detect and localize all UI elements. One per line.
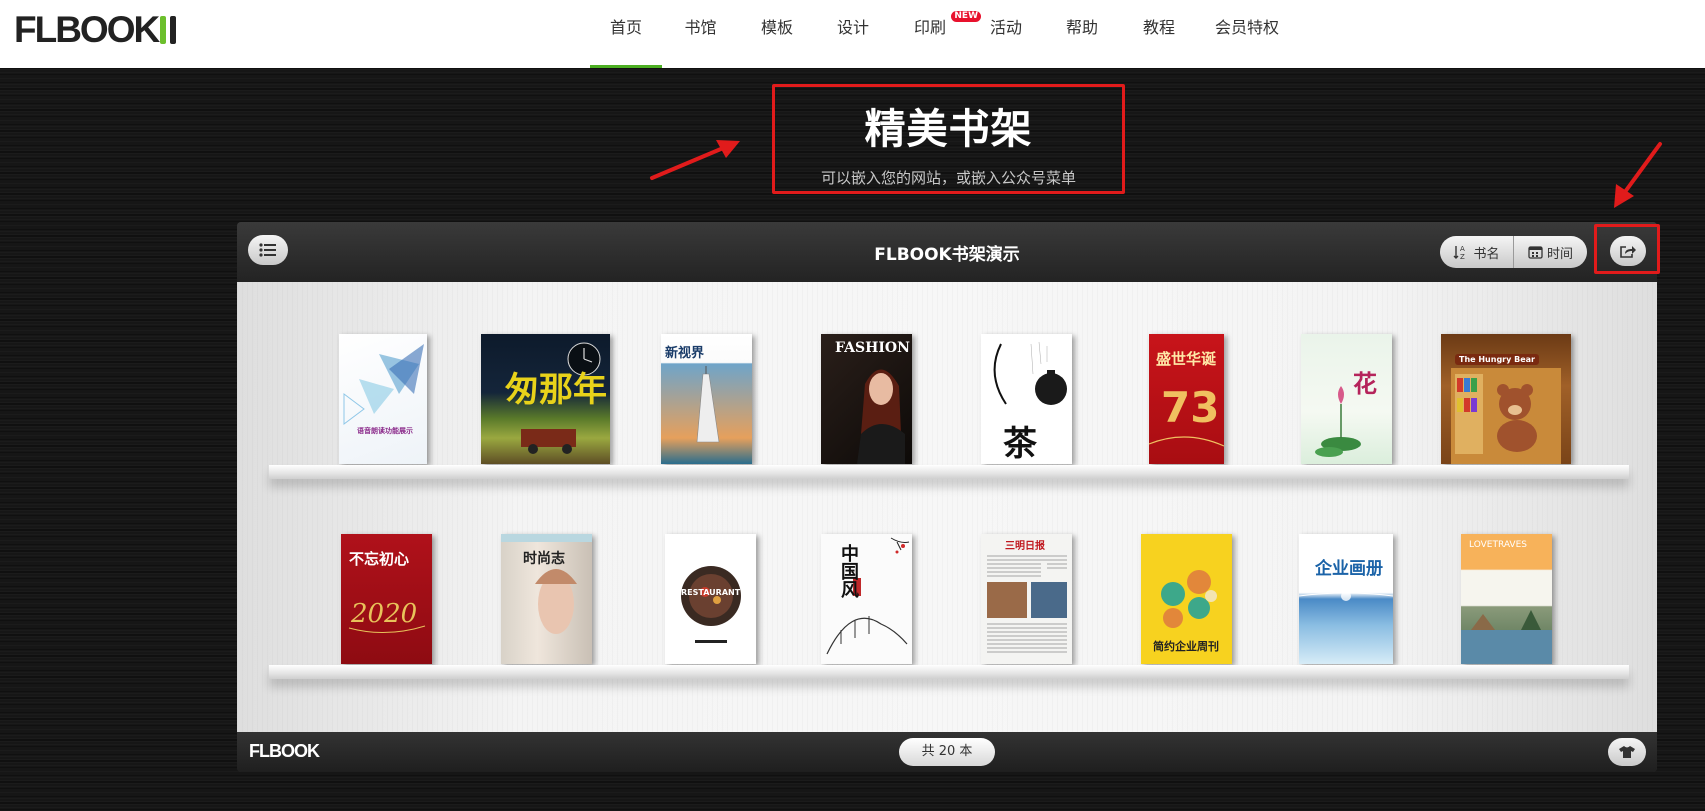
book-cover[interactable]: 2020 不忘初心 [341,534,432,664]
book-cover[interactable]: 73 盛世华诞 [1149,334,1224,464]
book-cover[interactable]: 简约企业周刊 [1141,534,1232,664]
book-title: 花 [1353,369,1377,398]
svg-text:73: 73 [1161,383,1219,432]
bookshelf-widget: FLBOOK书架演示 A Z 书名 时间 语音朗读功能展示 匆那年 新视界 FA… [237,222,1657,772]
book-cover[interactable]: 花 [1301,334,1392,464]
book-title: LOVETRAVES [1469,540,1527,550]
svg-text:Z: Z [1460,253,1465,260]
book-title: 匆那年 [505,370,607,410]
book-title: 茶 [1003,424,1037,464]
nav-home-label: 首页 [609,18,642,37]
shelf-area: 语音朗读功能展示 匆那年 新视界 FASHION 茶 73 盛世华诞 花 The… [237,282,1657,732]
newspaper-columns-icon [987,555,1067,653]
hero-subtitle: 可以嵌入您的网站，或嵌入公众号菜单 [820,169,1076,187]
logo-text: FLBOOK [14,9,160,50]
lotus-icon [1315,386,1361,457]
nav-print[interactable]: 印刷 NEW [891,0,981,68]
share-highlight-box [1594,224,1660,274]
book-title: 不忘初心 [349,550,410,568]
book-cover[interactable]: 茶 [981,334,1072,464]
book-cover[interactable]: 三明日报 [981,534,1072,664]
back-to-top-button[interactable] [1608,738,1646,766]
resort-pool-icon [1461,610,1552,664]
book-title: 盛世华诞 [1156,350,1217,368]
sort-by-time-button[interactable]: 时间 [1513,236,1587,268]
nav-templates-label: 模板 [760,18,793,37]
bookshelf-footer: FLBOOK 共 20 本 [237,732,1657,772]
hero-highlight-box: 精美书架 可以嵌入您的网站，或嵌入公众号菜单 [772,84,1125,194]
book-title: 简约企业周刊 [1153,640,1219,653]
nav-tutorials-label: 教程 [1142,18,1175,37]
bookshelf-header: FLBOOK书架演示 A Z 书名 时间 [237,222,1657,282]
geometric-art-icon [343,344,424,425]
nav-membership[interactable]: 会员特权 [1197,0,1297,68]
book-cover[interactable]: FASHION [821,334,912,464]
book-title: 企业画册 [1315,559,1383,579]
sort-name-label: 书名 [1473,246,1500,262]
sort-button-group: A Z 书名 时间 [1440,236,1587,268]
sort-az-icon: A Z [1453,245,1465,260]
footer-logo[interactable]: FLBOOK [249,741,320,762]
plate-icon [681,566,741,643]
site-logo[interactable]: FLBOOK [14,9,178,50]
book-title: 中国风 [838,544,859,598]
nav-help[interactable]: 帮助 [1043,0,1121,68]
hero-title: 精美书架 [864,105,1033,153]
shelf-board [269,465,1629,479]
book-title: 时尚志 [523,551,565,567]
book-title: FASHION [835,340,910,356]
calendar-icon [1528,246,1543,259]
annotation-arrow-icon [650,140,740,180]
svg-text:A: A [1460,245,1465,253]
annotation-arrow-icon [1614,142,1662,208]
book-title: 语音朗读功能展示 [357,427,413,435]
nav-print-label: 印刷 [913,18,946,37]
nav-membership-label: 会员特权 [1214,18,1279,37]
nav-design[interactable]: 设计 [815,0,891,68]
book-title: The Hungry Bear [1455,354,1539,365]
nav-events[interactable]: 活动 [969,0,1043,68]
book-cover[interactable]: 时尚志 [501,534,592,664]
logo-mark-icon [160,14,178,46]
nav-tutorials[interactable]: 教程 [1121,0,1197,68]
book-cover[interactable]: LOVETRAVES [1461,534,1552,664]
book-cover[interactable]: 语音朗读功能展示 [339,334,427,464]
main-nav: 首页 书馆 模板 设计 印刷 NEW 活动 帮助 教程 会员特权 [590,0,1297,68]
book-title: 三明日报 [1005,541,1045,552]
book-cover[interactable]: 匆那年 [481,334,610,464]
nav-events-label: 活动 [989,18,1022,37]
book-cover[interactable]: 新视界 [661,334,752,464]
sort-time-label: 时间 [1546,246,1573,262]
book-cover[interactable]: 企业画册 [1299,534,1393,664]
nav-home[interactable]: 首页 [590,0,662,68]
nav-templates[interactable]: 模板 [739,0,815,68]
nav-design-label: 设计 [836,18,869,37]
shirt-icon [1619,746,1635,758]
svg-text:2020: 2020 [350,599,417,629]
top-navbar: FLBOOK 首页 书馆 模板 设计 印刷 NEW 活动 帮助 教程 会员特权 [0,0,1705,68]
shelf-board [269,665,1629,679]
book-title: RESTAURANT [681,588,741,597]
nav-library-label: 书馆 [684,18,717,37]
sort-by-name-button[interactable]: A Z 书名 [1440,236,1513,268]
book-cover[interactable]: The Hungry Bear [1441,334,1571,464]
book-count-badge: 共 20 本 [899,738,995,766]
nav-library[interactable]: 书馆 [662,0,739,68]
nav-help-label: 帮助 [1065,18,1098,37]
book-cover[interactable]: RESTAURANT [665,534,756,664]
book-title: 新视界 [665,346,705,361]
book-cover[interactable]: 中国风 [821,534,912,664]
